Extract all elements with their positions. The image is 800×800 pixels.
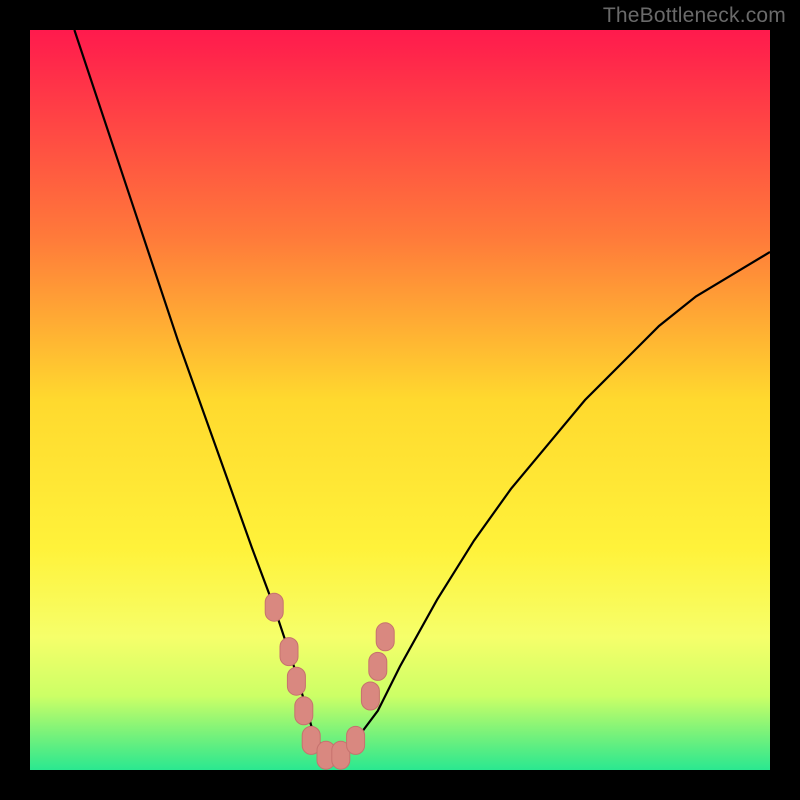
curve-markers	[265, 593, 394, 769]
plot-area	[30, 30, 770, 770]
watermark-text: TheBottleneck.com	[603, 4, 786, 28]
curve-marker	[280, 638, 298, 666]
curve-marker	[347, 726, 365, 754]
curve-layer	[30, 30, 770, 770]
chart-frame: TheBottleneck.com	[0, 0, 800, 800]
bottleneck-curve	[74, 30, 770, 755]
curve-marker	[361, 682, 379, 710]
curve-marker	[369, 652, 387, 680]
curve-marker	[287, 667, 305, 695]
curve-marker	[265, 593, 283, 621]
curve-marker	[295, 697, 313, 725]
curve-marker	[376, 623, 394, 651]
